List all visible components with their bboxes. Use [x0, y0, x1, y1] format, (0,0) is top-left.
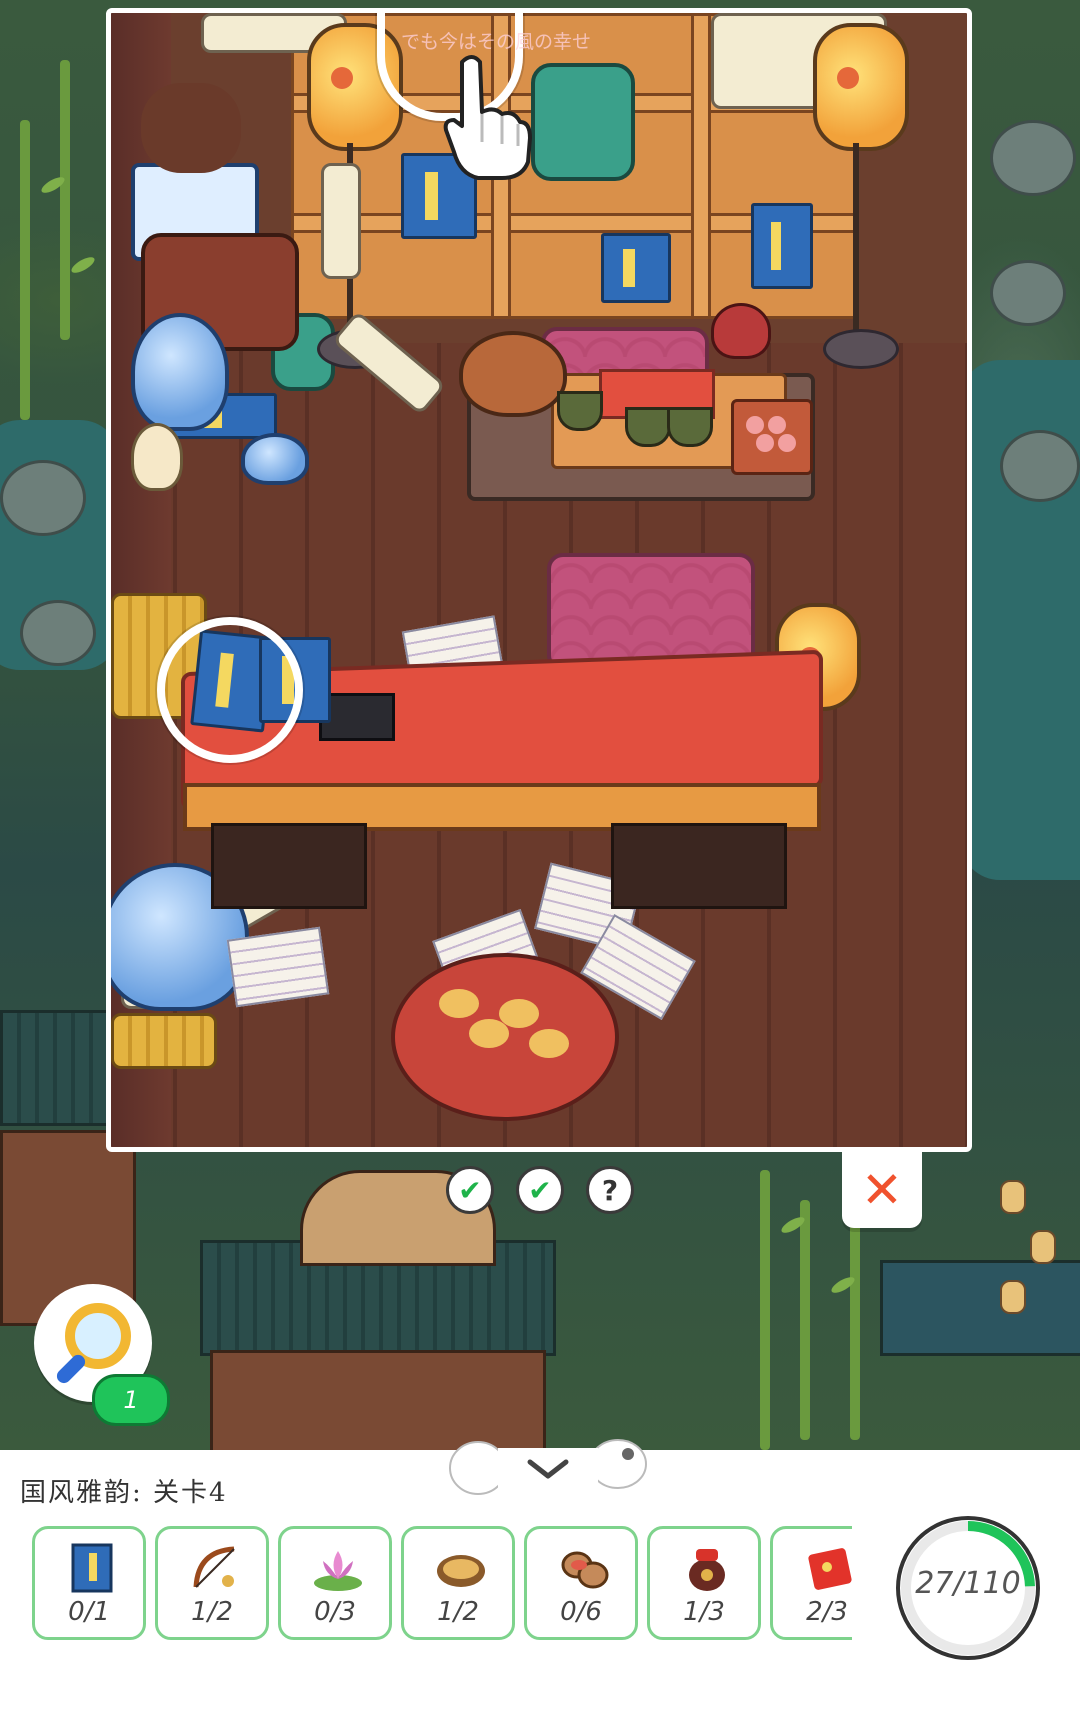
- hint-count-badge: 1: [92, 1374, 170, 1426]
- level-title: 国风雅韵: 关卡4: [20, 1478, 228, 1508]
- paper-sheet[interactable]: [226, 926, 330, 1008]
- hint-status-unknown: ?: [586, 1166, 634, 1214]
- item-count: 0/1: [68, 1597, 110, 1627]
- blue-vase[interactable]: [131, 313, 229, 431]
- tea-cup[interactable]: [625, 407, 671, 447]
- bow-icon: [193, 1546, 235, 1588]
- item-slot-jar[interactable]: 1/3: [647, 1526, 761, 1640]
- item-count: 0/3: [314, 1597, 356, 1627]
- item-slot-peanut[interactable]: 0/6: [524, 1526, 638, 1640]
- item-count: 2/3: [806, 1597, 848, 1627]
- item-count: 1/2: [437, 1597, 479, 1627]
- shelf-book[interactable]: [751, 203, 813, 289]
- item-slot-red-envelope[interactable]: 2/3: [770, 1526, 852, 1640]
- rabbit-figurine[interactable]: [131, 423, 183, 491]
- teapot[interactable]: [459, 331, 567, 417]
- tea-cup[interactable]: [557, 391, 603, 431]
- progress-count: 27/110: [915, 1566, 1021, 1601]
- item-count: 0/6: [560, 1597, 602, 1627]
- close-view-button[interactable]: ✕: [842, 1152, 922, 1228]
- progress-ring: 27/110: [890, 1510, 1046, 1666]
- rolled-scroll[interactable]: [321, 163, 361, 279]
- shelf-book[interactable]: [601, 233, 671, 303]
- collapse-panel-button[interactable]: [448, 1428, 648, 1498]
- lamp-base: [823, 329, 899, 369]
- item-slot-book[interactable]: 0/1: [32, 1526, 146, 1640]
- items-list: 0/1 1/2 0/3 1/2 0/6 1/3 2/3: [32, 1526, 852, 1646]
- peach-box[interactable]: [731, 399, 813, 475]
- blue-bowl[interactable]: [241, 433, 309, 485]
- tea-cup[interactable]: [667, 407, 713, 447]
- item-slot-bow[interactable]: 1/2: [155, 1526, 269, 1640]
- peanut-icon: [561, 1551, 609, 1589]
- desk-leg: [211, 823, 367, 909]
- hint-status-found: ✔: [446, 1166, 494, 1214]
- desk-leg: [611, 823, 787, 909]
- pointing-hand-icon: [443, 55, 532, 180]
- walnut-icon: [437, 1555, 485, 1587]
- lotus-icon: [314, 1551, 362, 1591]
- hint-status-found: ✔: [516, 1166, 564, 1214]
- round-cushion[interactable]: [391, 953, 619, 1121]
- item-slot-lotus[interactable]: 0/3: [278, 1526, 392, 1640]
- bonsai-tree[interactable]: [141, 83, 241, 173]
- lamp-pole: [853, 143, 859, 333]
- book-icon: [71, 1543, 113, 1593]
- bottom-panel: 国风雅韵: 关卡4 0/1 1/2 0/3 1/2 0/6 1/3 2/3 27…: [0, 1439, 1080, 1728]
- green-urn[interactable]: [531, 63, 635, 181]
- bamboo-slip-roll[interactable]: [111, 1013, 217, 1069]
- close-icon: ✕: [861, 1161, 903, 1219]
- item-slot-walnut[interactable]: 1/2: [401, 1526, 515, 1640]
- jar-icon: [689, 1549, 725, 1591]
- item-count: 1/2: [191, 1597, 233, 1627]
- red-sachet[interactable]: [711, 303, 771, 359]
- shelf-divider: [691, 13, 711, 319]
- watermark-text: でも今はその風の幸せ: [401, 31, 592, 53]
- red-envelope-icon: [808, 1548, 852, 1590]
- item-count: 1/3: [683, 1597, 725, 1627]
- magnified-view[interactable]: でも今はその風の幸せ: [106, 8, 972, 1152]
- hint-circle-book: [157, 617, 303, 763]
- lantern-lamp[interactable]: [813, 23, 909, 151]
